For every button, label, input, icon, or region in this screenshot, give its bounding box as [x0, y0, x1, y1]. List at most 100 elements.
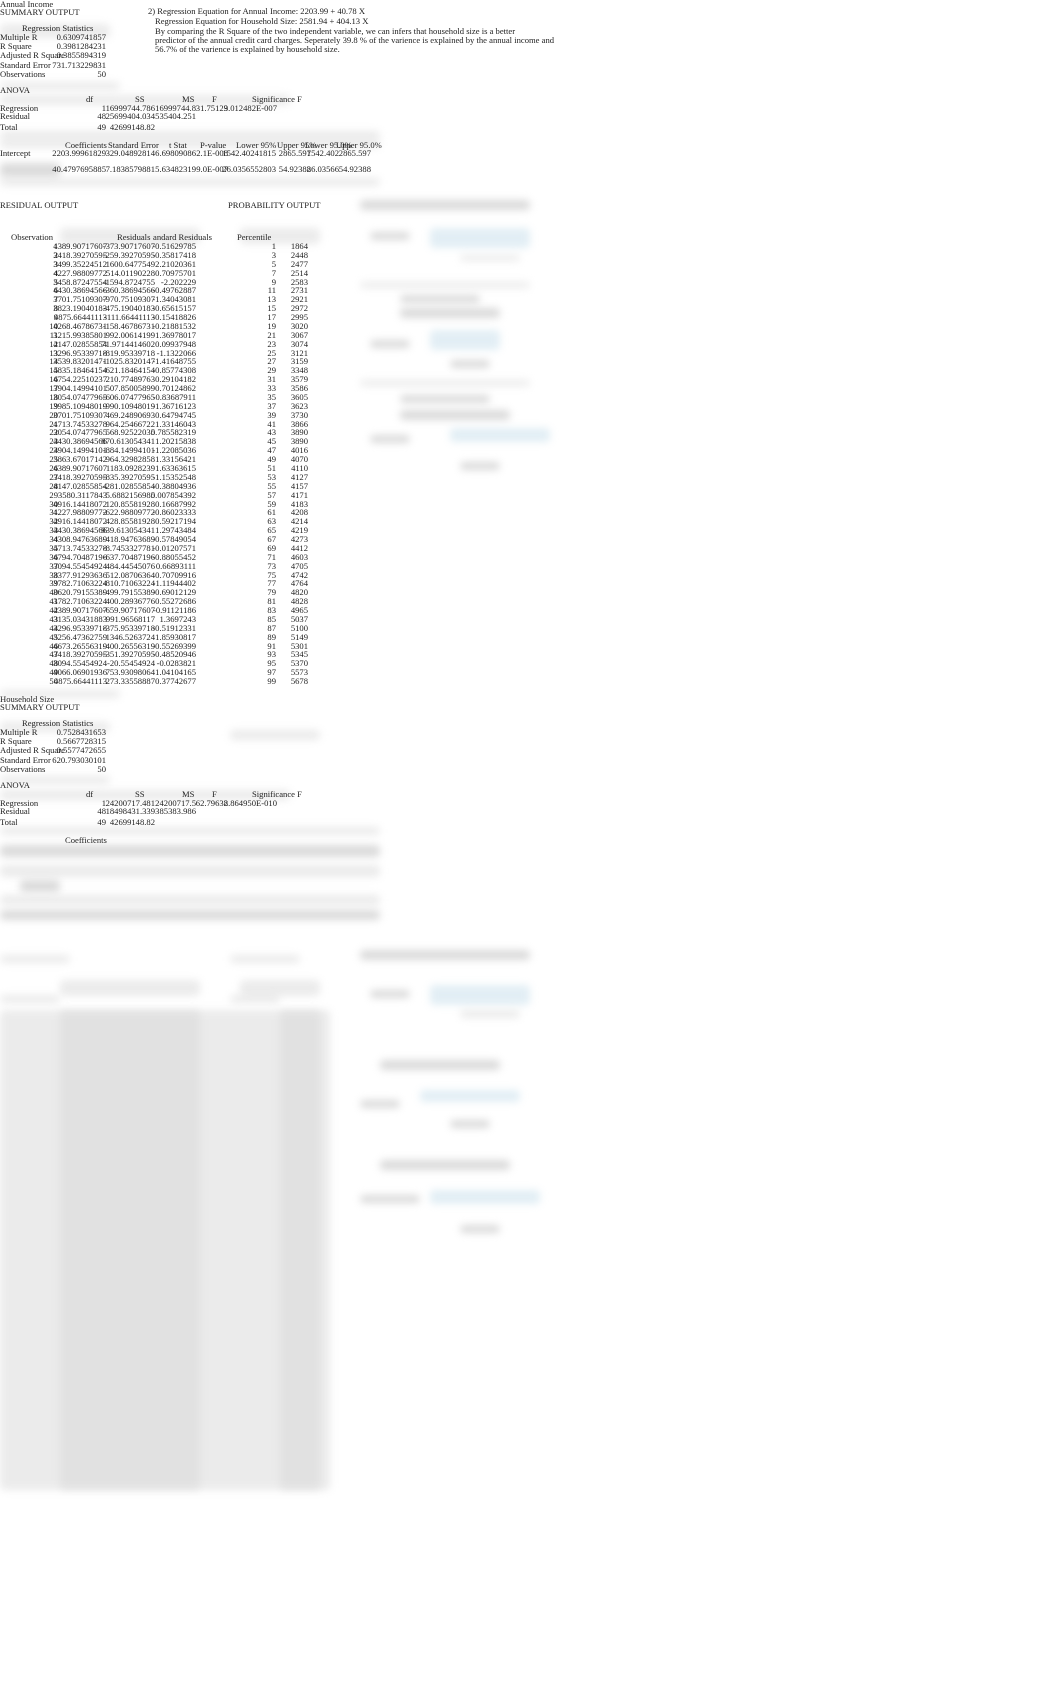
note-line: 56.7% of the varience is explained by ho… — [155, 44, 340, 54]
coef-cell: 54.92388 — [338, 164, 371, 174]
redacted-blur — [370, 990, 410, 998]
percentile-value: 2448 — [290, 249, 308, 260]
percentile-value: 4208 — [290, 507, 308, 518]
percentile-value: 4828 — [290, 596, 308, 607]
redacted-blur — [420, 1090, 520, 1102]
redacted-blur — [450, 1120, 490, 1128]
percentile-value: 3866 — [290, 418, 308, 429]
redacted-blur — [0, 1010, 330, 1490]
redacted-blur — [0, 827, 380, 835]
percentile-value: 2972 — [290, 303, 308, 314]
redacted-blur — [460, 1225, 500, 1233]
percentile-value: 2477 — [290, 258, 308, 269]
percentile-value: 4965 — [290, 605, 308, 616]
percentile-value: 4070 — [290, 454, 308, 465]
redacted-blur — [0, 178, 380, 186]
redacted-blur — [460, 1010, 520, 1018]
percentile-value: 3890 — [290, 427, 308, 438]
percentile-value: 4219 — [290, 525, 308, 536]
anova-title: ANOVA — [0, 780, 30, 790]
redacted-blur — [20, 880, 60, 892]
anova-title: ANOVA — [0, 85, 30, 95]
percentile-value: 5037 — [290, 613, 308, 624]
percentile-value: 3605 — [290, 391, 308, 402]
percentile-value: 4764 — [290, 578, 308, 589]
percentile-value: 3730 — [290, 409, 308, 420]
redacted-blur — [0, 995, 60, 1003]
residual-header: Observation — [11, 232, 54, 242]
redacted-blur — [360, 950, 530, 960]
redacted-blur — [230, 955, 300, 963]
redacted-blur — [360, 380, 530, 386]
anova-cell: 385383.986 — [155, 805, 196, 816]
redacted-blur — [430, 985, 530, 1005]
redacted-blur — [240, 980, 320, 996]
reg-stat-value: 50 — [97, 68, 106, 79]
redacted-blur — [400, 295, 480, 303]
percentile-value: 4127 — [290, 471, 308, 482]
redacted-blur — [430, 330, 500, 350]
redacted-blur — [450, 360, 490, 368]
redacted-blur — [460, 462, 500, 470]
percentile-value: 3159 — [290, 356, 308, 367]
anova-cell: 42699148.82 — [109, 122, 155, 132]
probability-title: PROBABILITY OUTPUT — [228, 200, 321, 210]
percentile-value: 5678 — [290, 676, 308, 687]
percentile-value: 3067 — [290, 329, 308, 340]
percentile-value: 4705 — [290, 560, 308, 571]
percentile-value: 5370 — [290, 658, 308, 669]
percentile-value: 4171 — [290, 489, 308, 500]
percentile-value: 5345 — [290, 649, 308, 660]
percentile-value: 4110 — [291, 463, 308, 473]
percentile-value: 5100 — [290, 622, 308, 633]
reg-stat-value: 50 — [97, 763, 106, 774]
percentile-value: 3579 — [290, 374, 308, 385]
percentile-value: 3074 — [290, 338, 308, 349]
redacted-blur — [370, 232, 410, 240]
redacted-blur — [230, 995, 280, 1003]
percentile-value: 4214 — [290, 516, 308, 527]
residual-title: RESIDUAL OUTPUT — [0, 200, 79, 210]
percentile-value: 4273 — [290, 534, 308, 545]
probability-header: Percentile — [237, 232, 272, 242]
percentile-value: 3890 — [290, 436, 308, 447]
redacted-blur — [60, 980, 200, 996]
redacted-blur — [0, 910, 380, 920]
redacted-blur — [370, 435, 410, 443]
summary-title: SUMMARY OUTPUT — [0, 702, 80, 712]
note-line: 2) Regression Equation for Annual Income… — [148, 6, 366, 16]
percentile-value: 2583 — [290, 276, 308, 287]
redacted-blur — [450, 428, 550, 442]
anova-header: df — [86, 94, 94, 104]
percentile-value: 4820 — [290, 587, 308, 598]
percentile-value: 3020 — [290, 320, 308, 331]
redacted-blur — [0, 865, 380, 877]
coef-cell: 2865.597 — [338, 148, 371, 158]
redacted-blur — [400, 308, 500, 318]
coef-header: Coefficients — [65, 835, 107, 845]
percentile-value: 5301 — [290, 640, 308, 651]
anova-cell: 42699148.82 — [109, 817, 155, 827]
redacted-blur — [370, 340, 410, 348]
redacted-blur — [360, 282, 530, 288]
redacted-blur — [0, 845, 380, 857]
percentile-value: 2921 — [290, 294, 308, 305]
anova-header: df — [86, 789, 94, 799]
percentile-value: 4412 — [290, 542, 308, 553]
note-line: Regression Equation for Household Size: … — [155, 16, 369, 26]
redacted-blur — [0, 131, 380, 140]
summary-title: SUMMARY OUTPUT — [0, 7, 80, 17]
redacted-blur — [400, 410, 510, 420]
percentile-value: 3623 — [290, 400, 308, 411]
percentile-value: 4157 — [290, 480, 308, 491]
redacted-blur — [380, 1060, 500, 1070]
percentile-value: 1864 — [290, 241, 308, 251]
percentile-value: 2731 — [290, 285, 308, 296]
percentile-value: 3121 — [290, 347, 308, 358]
percentile-value: 4016 — [290, 445, 308, 456]
percentile-value: 5573 — [290, 667, 308, 678]
percentile-value: 2514 — [290, 267, 308, 278]
redacted-blur — [230, 730, 320, 740]
anova-cell: 535404.251 — [155, 110, 196, 121]
redacted-blur — [360, 200, 530, 210]
